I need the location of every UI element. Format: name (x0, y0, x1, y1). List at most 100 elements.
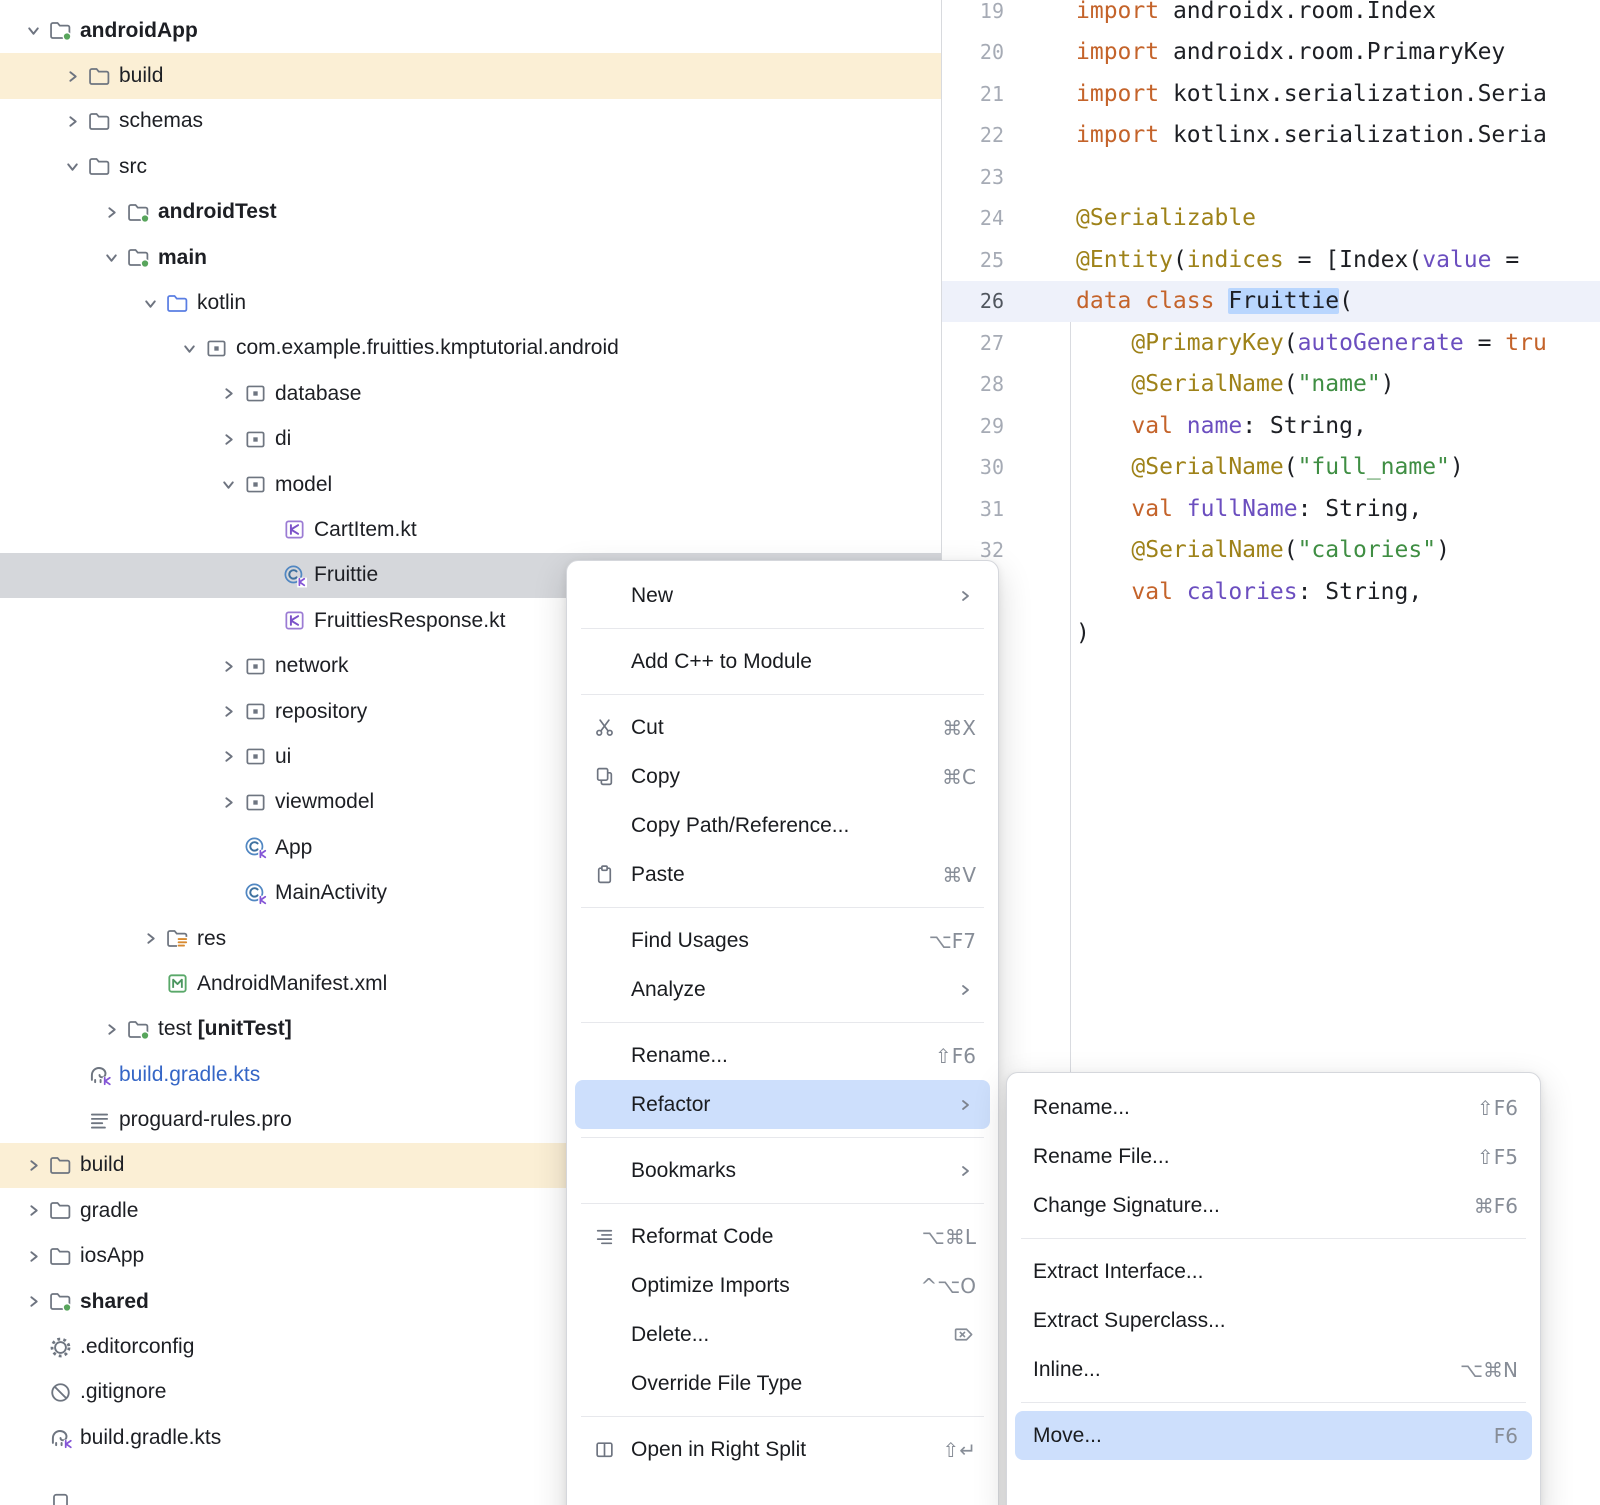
code-line[interactable]: 25@Entity(indices = [Index(value = (942, 239, 1600, 281)
tree-item-label: Fruittie (314, 563, 378, 587)
menu-item-add-c-to-module[interactable]: Add C++ to Module (575, 637, 990, 686)
menu-item-delete[interactable]: Delete... (575, 1310, 990, 1359)
menu-item-rename-file[interactable]: Rename File...⇧F5 (1015, 1132, 1532, 1181)
code-line[interactable]: 23 (942, 156, 1600, 198)
code-line[interactable]: 21import kotlinx.serialization.Seria (942, 73, 1600, 115)
chevron-right-icon[interactable] (213, 749, 243, 764)
code-token: val (1131, 579, 1173, 605)
chevron-right-icon[interactable] (18, 1203, 48, 1218)
chevron-down-icon[interactable] (135, 296, 165, 311)
code-text: import androidx.room.PrimaryKey (1072, 39, 1505, 65)
code-token (1076, 496, 1131, 522)
chevron-right-icon[interactable] (57, 69, 87, 84)
code-line[interactable]: val calories: String, (942, 571, 1600, 613)
chevron-down-icon[interactable] (174, 341, 204, 356)
menu-item-override-file-type[interactable]: Override File Type (575, 1359, 990, 1408)
chevron-right-icon[interactable] (213, 704, 243, 719)
tree-row[interactable]: com.example.fruitties.kmptutorial.androi… (0, 326, 941, 371)
menu-shortcut: ⌥⌘L (922, 1225, 976, 1249)
menu-item-copy[interactable]: Copy⌘C (575, 752, 990, 801)
code-line[interactable]: 30 @SerialName("full_name") (942, 447, 1600, 489)
code-line[interactable]: 31 val fullName: String, (942, 488, 1600, 530)
menu-item-cut[interactable]: Cut⌘X (575, 703, 990, 752)
menu-item-analyze[interactable]: Analyze (575, 965, 990, 1014)
menu-item-find-usages[interactable]: Find Usages⌥F7 (575, 916, 990, 965)
menu-item-copy-path-reference[interactable]: Copy Path/Reference... (575, 801, 990, 850)
line-number: 27 (942, 331, 1072, 355)
tree-row[interactable]: CartItem.kt (0, 507, 941, 552)
tree-row[interactable]: src (0, 144, 941, 189)
menu-item-label: Add C++ to Module (631, 650, 976, 674)
tree-item-label: ui (275, 745, 291, 769)
folder-icon (48, 1153, 80, 1178)
tree-row[interactable]: androidApp (0, 8, 941, 53)
tree-row[interactable]: di (0, 417, 941, 462)
code-token: ( (1284, 454, 1298, 480)
line-number: 24 (942, 206, 1072, 230)
chevron-right-icon[interactable] (57, 114, 87, 129)
code-token: = (1491, 247, 1533, 273)
chevron-down-icon[interactable] (213, 477, 243, 492)
gradle-file-icon (87, 1062, 119, 1087)
tree-row[interactable]: main (0, 235, 941, 280)
menu-item-optimize-imports[interactable]: Optimize Imports^⌥O (575, 1261, 990, 1310)
chevron-down-icon[interactable] (96, 250, 126, 265)
code-text: import kotlinx.serialization.Seria (1072, 122, 1547, 148)
code-line[interactable]: 28 @SerialName("name") (942, 364, 1600, 406)
menu-item-rename[interactable]: Rename...⇧F6 (1015, 1083, 1532, 1132)
code-line[interactable]: 32 @SerialName("calories") (942, 530, 1600, 572)
chevron-down-icon[interactable] (57, 159, 87, 174)
code-line[interactable]: 19import androidx.room.Index (942, 0, 1600, 32)
tree-row[interactable]: androidTest (0, 190, 941, 235)
chevron-right-icon[interactable] (135, 931, 165, 946)
copy-icon (591, 766, 617, 787)
tree-row[interactable]: model (0, 462, 941, 507)
tree-row[interactable]: database (0, 371, 941, 416)
folder-icon (87, 64, 119, 89)
tree-row[interactable]: build (0, 53, 941, 98)
menu-item-extract-superclass[interactable]: Extract Superclass... (1015, 1296, 1532, 1345)
menu-item-new[interactable]: New (575, 571, 990, 620)
chevron-right-icon[interactable] (18, 1249, 48, 1264)
code-line[interactable]: 29 val name: String, (942, 405, 1600, 447)
code-token: androidx.room.PrimaryKey (1159, 39, 1505, 65)
chevron-down-icon[interactable] (18, 23, 48, 38)
menu-item-refactor[interactable]: Refactor (575, 1080, 990, 1129)
menu-item-move[interactable]: Move...F6 (1015, 1411, 1532, 1460)
code-token: import (1076, 39, 1159, 65)
chevron-right-icon[interactable] (96, 205, 126, 220)
chevron-right-icon[interactable] (18, 1294, 48, 1309)
menu-item-reformat-code[interactable]: Reformat Code⌥⌘L (575, 1212, 990, 1261)
chevron-right-icon[interactable] (213, 386, 243, 401)
tree-item-label: src (119, 155, 147, 179)
ide-window: androidAppbuildschemas src androidTestmain… (0, 0, 1600, 1505)
chevron-right-icon[interactable] (213, 659, 243, 674)
chevron-right-icon[interactable] (96, 1022, 126, 1037)
chevron-right-icon[interactable] (213, 432, 243, 447)
code-line[interactable]: ) (942, 613, 1600, 655)
code-line[interactable]: 26data class Fruittie( (942, 281, 1600, 323)
menu-item-label: Delete... (631, 1323, 929, 1347)
tree-item-label: .gitignore (80, 1380, 166, 1404)
menu-item-bookmarks[interactable]: Bookmarks (575, 1146, 990, 1195)
menu-item-label: Bookmarks (631, 1159, 934, 1183)
code-token: "name" (1298, 371, 1381, 397)
chevron-right-icon[interactable] (213, 795, 243, 810)
menu-item-open-in-right-split[interactable]: Open in Right Split⇧↵ (575, 1425, 990, 1474)
tree-row[interactable]: schemas (0, 99, 941, 144)
menu-item-paste[interactable]: Paste⌘V (575, 850, 990, 899)
tree-row[interactable]: kotlin (0, 280, 941, 325)
code-line[interactable]: 22import kotlinx.serialization.Seria (942, 115, 1600, 157)
code-line[interactable]: 20import androidx.room.PrimaryKey (942, 32, 1600, 74)
code-token (1173, 579, 1187, 605)
menu-item-inline[interactable]: Inline...⌥⌘N (1015, 1345, 1532, 1394)
menu-shortcut: ⇧F6 (1477, 1096, 1518, 1120)
menu-item-label: New (631, 584, 934, 608)
code-line[interactable]: 24@Serializable (942, 198, 1600, 240)
menu-item-extract-interface[interactable]: Extract Interface... (1015, 1247, 1532, 1296)
chevron-right-icon[interactable] (18, 1158, 48, 1173)
menu-item-rename[interactable]: Rename...⇧F6 (575, 1031, 990, 1080)
code-text: import kotlinx.serialization.Seria (1072, 81, 1547, 107)
menu-item-change-signature[interactable]: Change Signature...⌘F6 (1015, 1181, 1532, 1230)
code-line[interactable]: 27 @PrimaryKey(autoGenerate = tru (942, 322, 1600, 364)
